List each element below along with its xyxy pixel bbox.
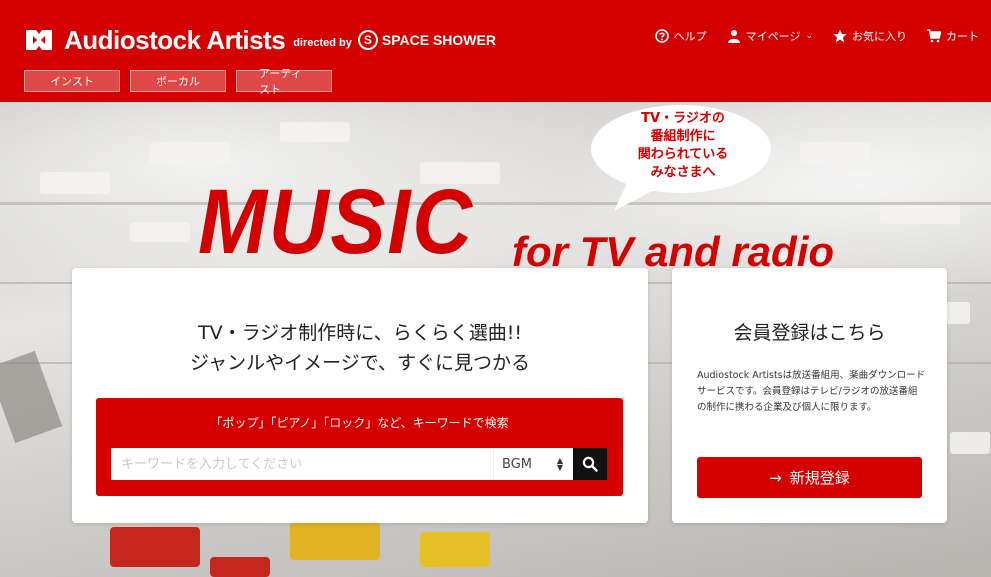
header-bar: Audiostock Artists directed by S SPACE S… xyxy=(0,0,991,102)
search-input[interactable] xyxy=(111,448,493,480)
headline-line-2: ジャンルやイメージで、すぐに見つかる xyxy=(190,352,530,374)
site-logo[interactable]: Audiostock Artists directed by S SPACE S… xyxy=(24,22,496,58)
search-hint: 「ポップ」「ピアノ」「ロック」など、キーワードで検索 xyxy=(210,416,509,430)
search-icon xyxy=(582,456,598,472)
help-circle-icon xyxy=(654,29,669,43)
headline-line-1: TV・ラジオ制作時に、らくらく選曲!! xyxy=(198,322,522,344)
search-button[interactable] xyxy=(573,448,607,480)
speech-line: 番組制作に xyxy=(650,129,716,144)
arrow-right-icon: → xyxy=(769,468,782,487)
nav-favorites-label: お気に入り xyxy=(852,30,907,43)
select-value: BGM xyxy=(502,456,532,472)
search-category-select[interactable]: BGM ▲ ▼ xyxy=(493,448,573,480)
tab-artist[interactable]: アーティスト xyxy=(236,67,332,96)
header-nav: ヘルプ マイページ ⌄ お気に入り カート xyxy=(654,28,979,44)
speech-bubble-text: TV・ラジオの 番組制作に 関わられている みなさまへ xyxy=(620,110,746,182)
nav-mypage-label: マイページ xyxy=(745,30,801,43)
nav-mypage[interactable]: マイページ ⌄ xyxy=(727,28,813,44)
logo-mark-icon xyxy=(24,27,54,53)
register-button[interactable]: → 新規登録 xyxy=(697,457,922,498)
register-button-label: 新規登録 xyxy=(789,469,850,487)
select-arrows-icon: ▲ ▼ xyxy=(556,456,563,472)
logo-directed-by: directed by xyxy=(293,37,352,49)
hero-title-music: MUSIC xyxy=(198,171,474,273)
search-headline: TV・ラジオ制作時に、らくらく選曲!! ジャンルやイメージで、すぐに見つかる xyxy=(0,318,720,378)
nav-favorites[interactable]: お気に入り xyxy=(833,28,907,44)
cart-icon xyxy=(927,29,941,43)
speech-line: 関わられている xyxy=(637,147,729,162)
hero-subtitle: for TV and radio xyxy=(512,228,835,275)
nav-cart[interactable]: カート xyxy=(927,28,979,44)
space-shower-logo-icon: S xyxy=(357,30,378,50)
logo-brand-label: SPACE SHOWER xyxy=(381,32,496,48)
logo-brand: S SPACE SHOWER xyxy=(357,30,496,50)
speech-line: みなさまへ xyxy=(650,165,716,180)
tab-instrumental[interactable]: インスト xyxy=(24,70,120,92)
chevron-down-icon: ⌄ xyxy=(805,31,813,41)
user-icon xyxy=(727,29,741,43)
speech-line: TV・ラジオの xyxy=(641,111,725,126)
search-panel xyxy=(96,398,623,496)
logo-name: Audiostock Artists xyxy=(64,24,286,55)
category-tabs: インスト ボーカル アーティスト xyxy=(24,67,332,96)
nav-cart-label: カート xyxy=(946,30,979,43)
star-icon xyxy=(833,29,847,43)
tab-vocal[interactable]: ボーカル xyxy=(130,70,226,92)
nav-help[interactable]: ヘルプ xyxy=(654,28,707,44)
register-title: 会員登録はこちら xyxy=(733,322,886,344)
register-description: Audiostock Artistsは放送番組用、楽曲ダウンロードサービスです。… xyxy=(697,370,926,413)
nav-help-label: ヘルプ xyxy=(673,30,707,43)
